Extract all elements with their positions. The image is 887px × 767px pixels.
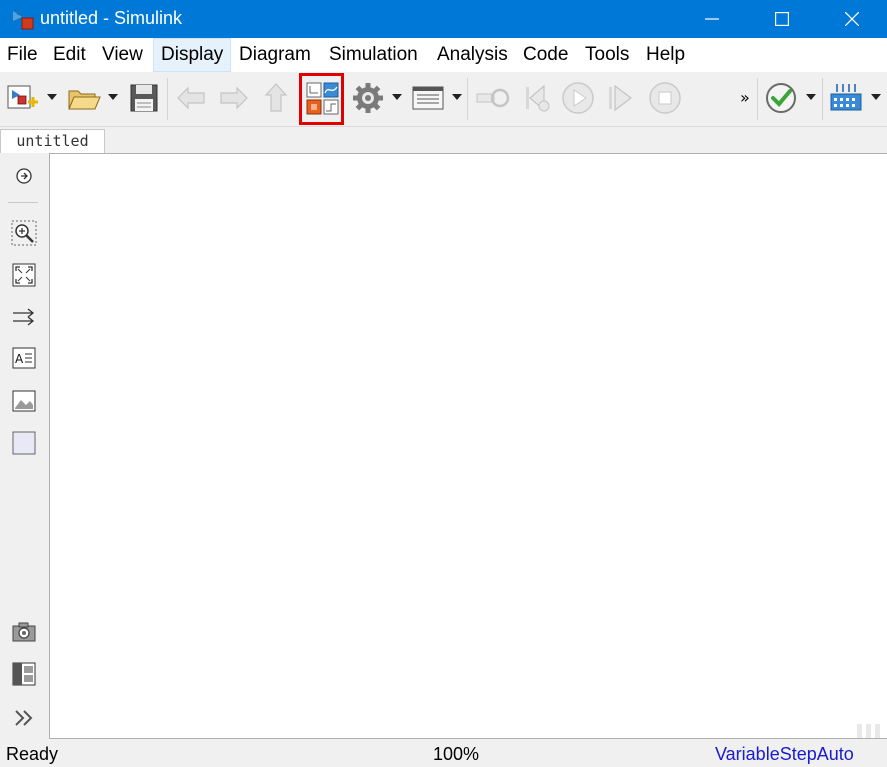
back-arrow-icon <box>177 86 205 110</box>
build-button[interactable] <box>828 80 864 116</box>
image-icon[interactable] <box>11 388 37 414</box>
fit-to-view-icon[interactable] <box>11 262 37 288</box>
camera-icon[interactable] <box>11 619 37 645</box>
model-tab-strip: untitled <box>0 127 887 153</box>
check-model-button[interactable] <box>763 80 799 116</box>
expand-double-chevron-icon[interactable] <box>11 705 37 731</box>
solver-link[interactable]: VariableStepAuto <box>715 744 854 765</box>
toolbar-separator <box>822 78 823 120</box>
toolbar-overflow-button[interactable]: » <box>740 88 750 107</box>
stop-button[interactable] <box>647 80 683 116</box>
model-settings-gear-icon <box>353 83 383 113</box>
highlight-box <box>299 73 344 125</box>
forward-arrow-icon <box>220 86 248 110</box>
step-forward-button[interactable] <box>603 80 639 116</box>
zoom-icon[interactable] <box>11 220 37 246</box>
title-bar[interactable]: untitled - Simulink <box>0 0 887 38</box>
model-explorer-icon <box>412 86 444 110</box>
toolbar-separator <box>757 78 758 120</box>
up-arrow-icon <box>264 83 288 112</box>
area-icon[interactable] <box>11 430 37 456</box>
save-icon <box>130 84 158 112</box>
open-button[interactable] <box>66 80 102 116</box>
model-browser-icon[interactable] <box>11 661 37 687</box>
menu-bar: File Edit View Display Diagram Simulatio… <box>0 38 887 72</box>
menu-display[interactable]: Display <box>153 38 232 72</box>
status-text: Ready <box>6 744 59 764</box>
run-button[interactable] <box>560 80 596 116</box>
step-forward-icon <box>609 84 632 112</box>
maximize-icon <box>775 12 789 26</box>
model-settings-dropdown-icon[interactable] <box>392 94 402 102</box>
annotation-icon[interactable]: A <box>11 345 37 371</box>
back-button[interactable] <box>174 80 210 116</box>
record-link-icon <box>476 88 510 108</box>
up-button[interactable] <box>258 80 294 116</box>
toolbar-separator <box>167 78 168 120</box>
palette-separator <box>8 202 38 203</box>
resize-grip-icon[interactable] <box>855 722 883 740</box>
forward-button[interactable] <box>215 80 251 116</box>
menu-edit[interactable]: Edit <box>46 38 93 72</box>
model-canvas[interactable] <box>49 153 887 739</box>
new-model-icon <box>7 85 38 109</box>
new-model-button[interactable] <box>6 80 42 116</box>
block-diagram-palette: A <box>0 153 49 739</box>
menu-code[interactable]: Code <box>516 38 575 72</box>
build-icon <box>830 84 862 111</box>
menu-help[interactable]: Help <box>639 38 692 72</box>
model-settings-button[interactable] <box>350 80 386 116</box>
toolbar: » <box>0 72 887 127</box>
simulink-app-icon <box>13 9 34 30</box>
build-dropdown-icon[interactable] <box>871 94 881 102</box>
tab-untitled[interactable]: untitled <box>0 129 105 153</box>
menu-file[interactable]: File <box>0 38 45 72</box>
status-bar: Ready 100% VariableStepAuto <box>0 724 887 767</box>
menu-diagram[interactable]: Diagram <box>232 38 318 72</box>
step-back-icon <box>526 84 550 112</box>
check-model-icon <box>766 83 796 113</box>
menu-analysis[interactable]: Analysis <box>430 38 515 72</box>
toolbar-separator <box>467 78 468 120</box>
zoom-level: 100% <box>433 744 480 764</box>
close-button[interactable] <box>817 0 887 38</box>
signal-arrows-icon[interactable] <box>11 304 37 330</box>
step-back-button[interactable] <box>520 80 556 116</box>
minimize-button[interactable] <box>677 0 747 38</box>
maximize-button[interactable] <box>747 0 817 38</box>
stop-icon <box>649 82 681 114</box>
check-model-dropdown-icon[interactable] <box>806 94 816 102</box>
model-explorer-dropdown-icon[interactable] <box>452 94 462 102</box>
new-model-dropdown-icon[interactable] <box>47 94 57 102</box>
menu-view[interactable]: View <box>95 38 150 72</box>
model-explorer-button[interactable] <box>410 80 446 116</box>
hide-show-explorer-icon[interactable] <box>11 163 37 189</box>
window-title: untitled - Simulink <box>40 8 183 28</box>
save-button[interactable] <box>126 80 162 116</box>
menu-tools[interactable]: Tools <box>578 38 636 72</box>
menu-simulation[interactable]: Simulation <box>322 38 425 72</box>
open-folder-icon <box>68 90 101 110</box>
record-link-button[interactable] <box>474 80 510 116</box>
svg-text:A: A <box>15 352 24 366</box>
open-dropdown-icon[interactable] <box>108 94 118 102</box>
close-icon <box>845 12 859 26</box>
minimize-icon <box>705 18 719 20</box>
run-icon <box>562 82 594 114</box>
